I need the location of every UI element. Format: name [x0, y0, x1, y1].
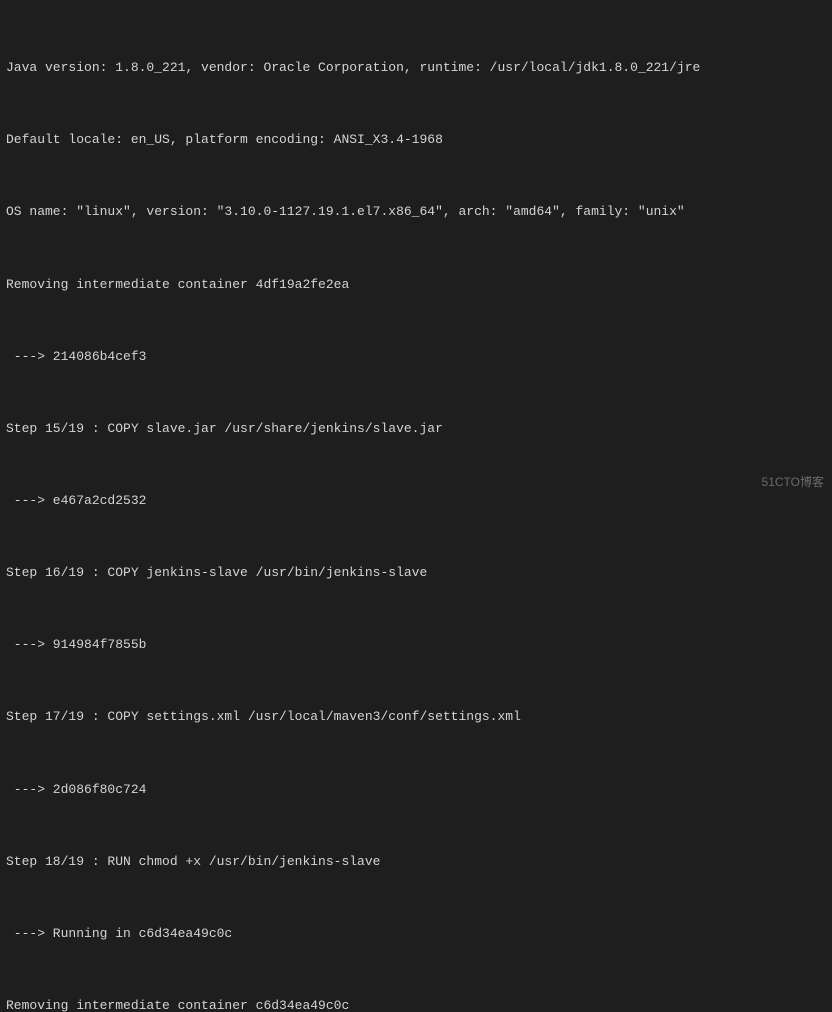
output-line: ---> 214086b4cef3 — [6, 345, 826, 369]
output-line: Java version: 1.8.0_221, vendor: Oracle … — [6, 56, 826, 80]
output-line: Step 18/19 : RUN chmod +x /usr/bin/jenki… — [6, 850, 826, 874]
output-line: OS name: "linux", version: "3.10.0-1127.… — [6, 200, 826, 224]
output-line: Step 16/19 : COPY jenkins-slave /usr/bin… — [6, 561, 826, 585]
output-line: Step 15/19 : COPY slave.jar /usr/share/j… — [6, 417, 826, 441]
output-line: Step 17/19 : COPY settings.xml /usr/loca… — [6, 705, 826, 729]
output-line: Removing intermediate container 4df19a2f… — [6, 273, 826, 297]
output-line: ---> e467a2cd2532 — [6, 489, 826, 513]
output-line: Removing intermediate container c6d34ea4… — [6, 994, 826, 1012]
output-line: ---> Running in c6d34ea49c0c — [6, 922, 826, 946]
output-line: ---> 2d086f80c724 — [6, 778, 826, 802]
watermark: 51CTO博客 — [762, 473, 824, 490]
output-line: Default locale: en_US, platform encoding… — [6, 128, 826, 152]
output-line: ---> 914984f7855b — [6, 633, 826, 657]
terminal-output: Java version: 1.8.0_221, vendor: Oracle … — [0, 0, 832, 1012]
